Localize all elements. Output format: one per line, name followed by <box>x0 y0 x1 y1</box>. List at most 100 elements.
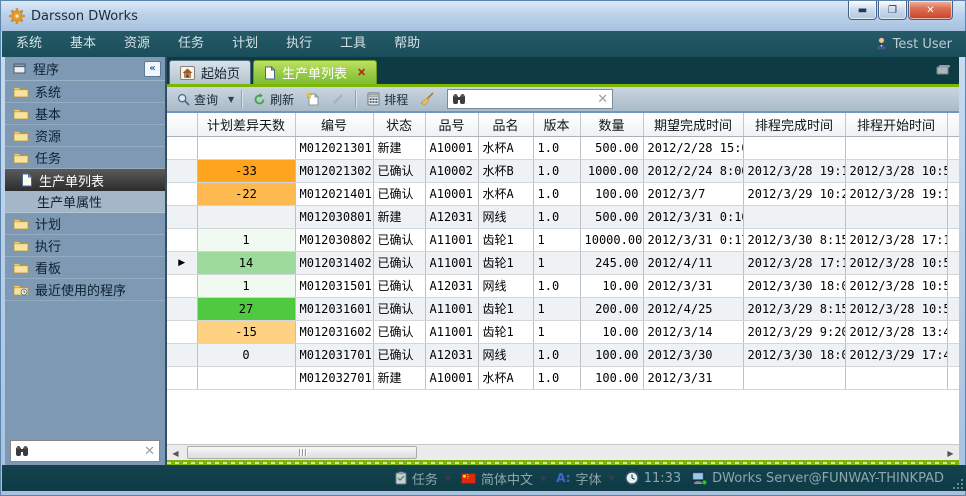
tab-inactive[interactable]: 起始页 <box>169 60 251 84</box>
table-row[interactable]: ▶14M012031402已确认A11001齿轮11245.002012/4/1… <box>167 251 959 274</box>
column-header[interactable]: 数量 <box>580 113 643 136</box>
minimize-button[interactable]: ▬ <box>848 1 877 20</box>
new-button[interactable] <box>302 90 323 108</box>
table-row[interactable]: 0M012031701已确认A12031网线1.0100.002012/3/30… <box>167 343 959 366</box>
row-selector[interactable] <box>167 159 197 182</box>
cell-qty: 500.00 <box>580 136 643 159</box>
table-row[interactable]: 1M012030802已确认A11001齿轮1110000.002012/3/3… <box>167 228 959 251</box>
close-button[interactable]: ✕ <box>908 1 953 20</box>
cell-extra <box>947 228 959 251</box>
menu-item-2[interactable]: 基本 <box>56 31 110 57</box>
status-time: 11:33 <box>644 471 681 486</box>
font-dropdown-icon[interactable]: ▼ <box>609 474 615 483</box>
toolbar: 查询 ▼ 刷新 <box>167 87 959 112</box>
cell-extra: # <box>947 205 959 228</box>
sidebar-search-clear-icon[interactable]: ✕ <box>144 445 155 458</box>
menu-item-7[interactable]: 工具 <box>326 31 380 57</box>
sidebar-item[interactable]: 生产单属性 <box>5 191 165 213</box>
row-selector[interactable]: ▶ <box>167 251 197 274</box>
row-selector[interactable] <box>167 228 197 251</box>
sidebar-item[interactable]: 资源 <box>5 125 165 147</box>
sidebar-item[interactable]: 看板 <box>5 257 165 279</box>
sidebar-collapse-button[interactable]: « <box>144 61 161 77</box>
column-header[interactable]: 品名 <box>478 113 533 136</box>
query-button[interactable]: 查询 <box>173 89 222 110</box>
column-header[interactable]: 品号 <box>425 113 478 136</box>
sidebar-item[interactable]: 计划 <box>5 213 165 235</box>
scroll-left-icon[interactable]: ◀ <box>168 446 183 460</box>
language-dropdown-icon[interactable]: ▼ <box>540 474 546 483</box>
menu-item-6[interactable]: 执行 <box>272 31 326 57</box>
column-header[interactable] <box>167 113 197 136</box>
sidebar-item[interactable]: 最近使用的程序 <box>5 279 165 301</box>
toolbar-search-input[interactable] <box>466 92 597 106</box>
column-header[interactable]: 前 <box>947 113 959 136</box>
cell-diff: -22 <box>197 182 295 205</box>
scroll-right-icon[interactable]: ▶ <box>943 446 958 460</box>
resize-grip[interactable] <box>953 479 963 489</box>
status-server[interactable]: DWorks Server@FUNWAY-THINKPAD <box>691 471 944 486</box>
table-row[interactable]: M012030801新建A12031网线1.0500.002012/3/31 0… <box>167 205 959 228</box>
table-row[interactable]: -22M012021401已确认A10001水杯A1.0100.002012/3… <box>167 182 959 205</box>
table-row[interactable]: M012021301新建A10001水杯A1.0500.002012/2/28 … <box>167 136 959 159</box>
cell-version: 1.0 <box>533 343 580 366</box>
cell-expect: 2012/2/28 15:00 <box>643 136 743 159</box>
toolbar-search-clear-icon[interactable]: ✕ <box>597 93 608 106</box>
menu-item-8[interactable]: 帮助 <box>380 31 434 57</box>
cell-sched-start <box>845 366 947 389</box>
menu-item-3[interactable]: 资源 <box>110 31 164 57</box>
row-selector[interactable] <box>167 205 197 228</box>
cell-sched-done: 2012/3/29 9:20 <box>743 320 845 343</box>
status-task-menu[interactable]: 任务 ▼ <box>395 469 451 488</box>
column-header[interactable]: 状态 <box>373 113 425 136</box>
table-row[interactable]: M012032701新建A10001水杯A1.0100.002012/3/31 <box>167 366 959 389</box>
row-selector[interactable] <box>167 297 197 320</box>
row-selector[interactable] <box>167 320 197 343</box>
clean-button[interactable] <box>416 90 439 108</box>
menu-item-4[interactable]: 任务 <box>164 31 218 57</box>
column-header[interactable]: 编号 <box>295 113 373 136</box>
row-selector[interactable] <box>167 343 197 366</box>
maximize-button[interactable]: ❐ <box>878 1 907 20</box>
cell-status: 已确认 <box>373 182 425 205</box>
user-indicator[interactable]: Test User <box>875 31 952 57</box>
sidebar-item[interactable]: 系统 <box>5 81 165 103</box>
refresh-button[interactable]: 刷新 <box>249 89 298 110</box>
sidebar-item-label: 最近使用的程序 <box>35 280 126 299</box>
tab-close-icon[interactable]: ✕ <box>357 66 366 79</box>
column-header[interactable]: 版本 <box>533 113 580 136</box>
sidebar-item[interactable]: 任务 <box>5 147 165 169</box>
column-header[interactable]: 排程完成时间 <box>743 113 845 136</box>
task-dropdown-icon[interactable]: ▼ <box>445 474 451 483</box>
panel-pin-icon[interactable] <box>935 63 951 76</box>
sidebar-item[interactable]: 生产单列表 <box>5 169 165 191</box>
column-header[interactable]: 排程开始时间 <box>845 113 947 136</box>
table-row[interactable]: -15M012031602已确认A11001齿轮1110.002012/3/14… <box>167 320 959 343</box>
row-selector[interactable] <box>167 274 197 297</box>
sidebar-item-label: 基本 <box>35 104 61 123</box>
tab-active[interactable]: 生产单列表✕ <box>253 60 377 84</box>
sidebar-item[interactable]: 基本 <box>5 103 165 125</box>
table-row[interactable]: 1M012031501已确认A12031网线1.010.002012/3/312… <box>167 274 959 297</box>
computer-icon <box>691 471 707 485</box>
status-bar: 任务 ▼ 简体中文 ▼ A: 字体 ▼ 11:33 <box>2 465 966 491</box>
row-selector[interactable] <box>167 136 197 159</box>
menu-item-5[interactable]: 计划 <box>218 31 272 57</box>
status-font-menu[interactable]: A: 字体 ▼ <box>556 469 614 488</box>
schedule-button[interactable]: 排程 <box>363 89 412 110</box>
column-header[interactable]: 期望完成时间 <box>643 113 743 136</box>
horizontal-scrollbar[interactable]: ◀ ▶ <box>167 444 959 460</box>
sidebar-search-input[interactable] <box>29 444 144 458</box>
cell-qty: 1000.00 <box>580 159 643 182</box>
query-dropdown-icon[interactable]: ▼ <box>228 95 234 104</box>
table-row[interactable]: 27M012031601已确认A11001齿轮11200.002012/4/25… <box>167 297 959 320</box>
menu-item-1[interactable]: 系统 <box>2 31 56 57</box>
edit-button[interactable] <box>327 91 348 108</box>
row-selector[interactable] <box>167 366 197 389</box>
status-language-menu[interactable]: 简体中文 ▼ <box>461 469 546 488</box>
sidebar-item[interactable]: 执行 <box>5 235 165 257</box>
scrollbar-thumb[interactable] <box>187 446 417 459</box>
row-selector[interactable] <box>167 182 197 205</box>
column-header[interactable]: 计划差异天数 <box>197 113 295 136</box>
table-row[interactable]: -33M012021302已确认A10002水杯B1.01000.002012/… <box>167 159 959 182</box>
